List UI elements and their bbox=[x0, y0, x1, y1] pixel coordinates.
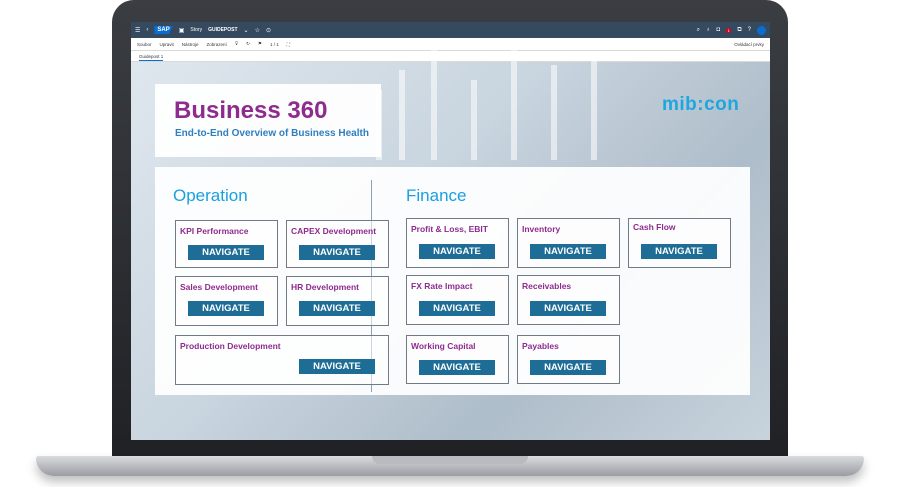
menu-file[interactable]: Soubor bbox=[137, 42, 152, 47]
bg-decoration bbox=[431, 50, 437, 160]
card-payables: Payables NAVIGATE bbox=[517, 335, 620, 384]
toolbar: Soubor Upravit Nástroje Zobrazení ⊽ ↻ ⚑ … bbox=[131, 38, 770, 51]
navigate-button[interactable]: NAVIGATE bbox=[299, 359, 375, 374]
menu-icon[interactable]: ☰ bbox=[135, 27, 140, 34]
edit-icon[interactable]: ⊙ bbox=[266, 27, 271, 34]
card-label: FX Rate Impact bbox=[411, 281, 473, 291]
bg-decoration bbox=[591, 55, 597, 160]
card-inventory: Inventory NAVIGATE bbox=[517, 218, 620, 268]
card-label: HR Development bbox=[291, 282, 360, 292]
menu-edit[interactable]: Upravit bbox=[160, 42, 174, 47]
filter-icon[interactable]: ⊽ bbox=[235, 41, 238, 47]
notification-badge: 1 bbox=[726, 27, 732, 33]
navigate-button[interactable]: NAVIGATE bbox=[299, 245, 375, 260]
help-icon[interactable]: ? bbox=[748, 27, 751, 33]
navigate-button[interactable]: NAVIGATE bbox=[530, 244, 606, 259]
bg-decoration bbox=[551, 65, 557, 160]
header-panel: Business 360 End-to-End Overview of Busi… bbox=[155, 84, 381, 157]
navigate-button[interactable]: NAVIGATE bbox=[419, 360, 495, 375]
card-label: Profit & Loss, EBIT bbox=[411, 224, 488, 234]
card-profit-loss-ebit: Profit & Loss, EBIT NAVIGATE bbox=[406, 218, 509, 268]
menu-tools[interactable]: Nástroje bbox=[182, 42, 199, 47]
navigate-button[interactable]: NAVIGATE bbox=[188, 245, 264, 260]
operation-title: Operation bbox=[173, 186, 248, 205]
story-name[interactable]: GUIDEPOST bbox=[208, 27, 237, 33]
brand-logo: mib:con bbox=[662, 94, 740, 115]
card-label: Inventory bbox=[522, 224, 561, 234]
user-avatar[interactable] bbox=[757, 25, 766, 35]
card-label: Working Capital bbox=[411, 341, 476, 351]
lightbulb-icon[interactable]: ♁ bbox=[706, 27, 711, 33]
card-capex-development: CAPEX Development NAVIGATE bbox=[286, 220, 389, 268]
card-label: KPI Performance bbox=[180, 226, 249, 236]
card-label: Cash Flow bbox=[633, 222, 676, 232]
refresh-icon[interactable]: ↻ bbox=[246, 41, 250, 47]
star-icon[interactable]: ☆ bbox=[255, 27, 260, 34]
tab-bar: Guidepost 1 bbox=[131, 51, 770, 62]
card-cash-flow: Cash Flow NAVIGATE bbox=[628, 218, 731, 268]
card-kpi-performance: KPI Performance NAVIGATE bbox=[175, 220, 278, 268]
bg-decoration bbox=[399, 70, 405, 160]
bookmark-icon[interactable]: ⚑ bbox=[258, 41, 262, 47]
screen: ☰ ‹ SAP ▣ Story GUIDEPOST ⌄ ☆ ⊙ ⌕ ♁ ◘ 1 … bbox=[131, 22, 770, 440]
card-sales-development: Sales Development NAVIGATE bbox=[175, 276, 278, 326]
card-label: CAPEX Development bbox=[291, 226, 377, 236]
card-hr-development: HR Development NAVIGATE bbox=[286, 276, 389, 326]
shell-bar: ☰ ‹ SAP ▣ Story GUIDEPOST ⌄ ☆ ⊙ ⌕ ♁ ◘ 1 … bbox=[131, 22, 770, 38]
sap-logo[interactable]: SAP bbox=[154, 26, 173, 34]
navigate-button[interactable]: NAVIGATE bbox=[530, 301, 606, 316]
finance-title: Finance bbox=[406, 186, 467, 205]
navigate-button[interactable]: NAVIGATE bbox=[188, 301, 264, 316]
page-subtitle: End-to-End Overview of Business Health bbox=[175, 128, 369, 139]
bg-decoration bbox=[471, 80, 477, 160]
card-label: Production Development bbox=[180, 341, 281, 351]
controls-button[interactable]: Ovládací prvky bbox=[734, 42, 764, 47]
page-indicator: 1 / 1 bbox=[269, 41, 279, 47]
card-production-development: Production Development NAVIGATE bbox=[175, 335, 389, 385]
navigate-button[interactable]: NAVIGATE bbox=[530, 360, 606, 375]
fullscreen-icon[interactable]: ⛶ bbox=[287, 42, 290, 47]
card-receivables: Receivables NAVIGATE bbox=[517, 275, 620, 325]
card-label: Payables bbox=[522, 341, 559, 351]
navigate-button[interactable]: NAVIGATE bbox=[419, 244, 495, 259]
card-label: Receivables bbox=[522, 281, 572, 291]
copy-icon[interactable]: ⧉ bbox=[737, 27, 741, 34]
navigate-button[interactable]: NAVIGATE bbox=[419, 301, 495, 316]
bg-decoration bbox=[511, 40, 517, 160]
app-name: Story bbox=[190, 27, 203, 33]
story-icon: ▣ bbox=[178, 27, 185, 34]
card-fx-rate-impact: FX Rate Impact NAVIGATE bbox=[406, 275, 509, 325]
page-title: Business 360 bbox=[174, 97, 328, 124]
navigate-button[interactable]: NAVIGATE bbox=[299, 301, 375, 316]
tab-guidepost-1[interactable]: Guidepost 1 bbox=[139, 54, 164, 61]
bell-icon[interactable]: ◘ bbox=[717, 27, 721, 33]
card-working-capital: Working Capital NAVIGATE bbox=[406, 335, 509, 384]
navigate-button[interactable]: NAVIGATE bbox=[641, 244, 717, 259]
menu-view[interactable]: Zobrazení bbox=[207, 42, 227, 47]
story-canvas: Business 360 End-to-End Overview of Busi… bbox=[131, 40, 770, 440]
chevron-down-icon[interactable]: ⌄ bbox=[244, 27, 249, 34]
back-icon[interactable]: ‹ bbox=[146, 27, 148, 33]
search-icon[interactable]: ⌕ bbox=[697, 27, 700, 34]
laptop-notch bbox=[372, 456, 528, 464]
card-label: Sales Development bbox=[180, 282, 258, 292]
